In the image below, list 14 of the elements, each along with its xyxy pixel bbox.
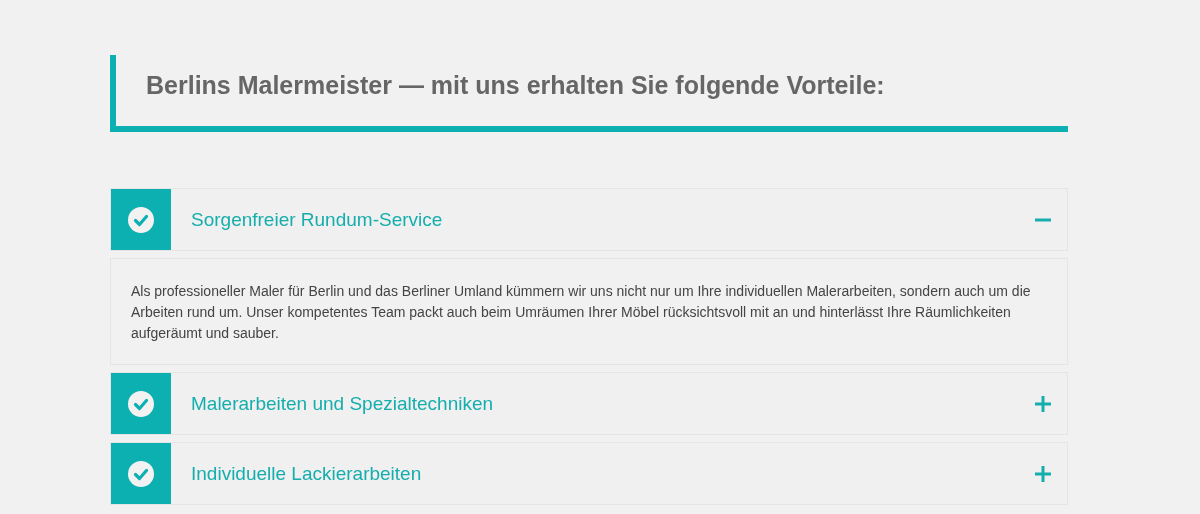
section-heading: Berlins Malermeister — mit uns erhalten Sie folgende Vorteile: xyxy=(146,71,886,100)
accordion-header[interactable]: Individuelle Lackierarbeiten xyxy=(110,442,1068,505)
accordion-title: Individuelle Lackierarbeiten xyxy=(191,462,423,485)
accordion-title: Sorgenfreier Rundum-Service xyxy=(191,208,444,231)
check-circle-icon xyxy=(128,206,154,233)
plus-icon[interactable] xyxy=(1035,395,1051,412)
accordion-header[interactable]: Malerarbeiten und Spezialtechniken xyxy=(110,372,1068,435)
accordion-title: Malerarbeiten und Spezialtechniken xyxy=(191,392,495,415)
check-circle-icon xyxy=(128,390,154,417)
accordion-header[interactable]: Sorgenfreier Rundum-Service xyxy=(110,188,1068,251)
minus-icon[interactable] xyxy=(1035,217,1051,222)
plus-icon[interactable] xyxy=(1035,465,1051,482)
accordion-text: Als professioneller Maler für Berlin und das Berliner Umland kümmern wir uns nicht nur um Ihre individuellen Malerarbeiten, sondern auch um die Arbeiten rund um. Unser kompetentes Team packt auch beim Umräumen Ihrer Möbel rücksichtsvoll mit an und hinterlässt Ihre Räumlichkeiten aufgeräumt und sauber. xyxy=(110,258,1068,365)
check-circle-icon xyxy=(128,460,154,487)
